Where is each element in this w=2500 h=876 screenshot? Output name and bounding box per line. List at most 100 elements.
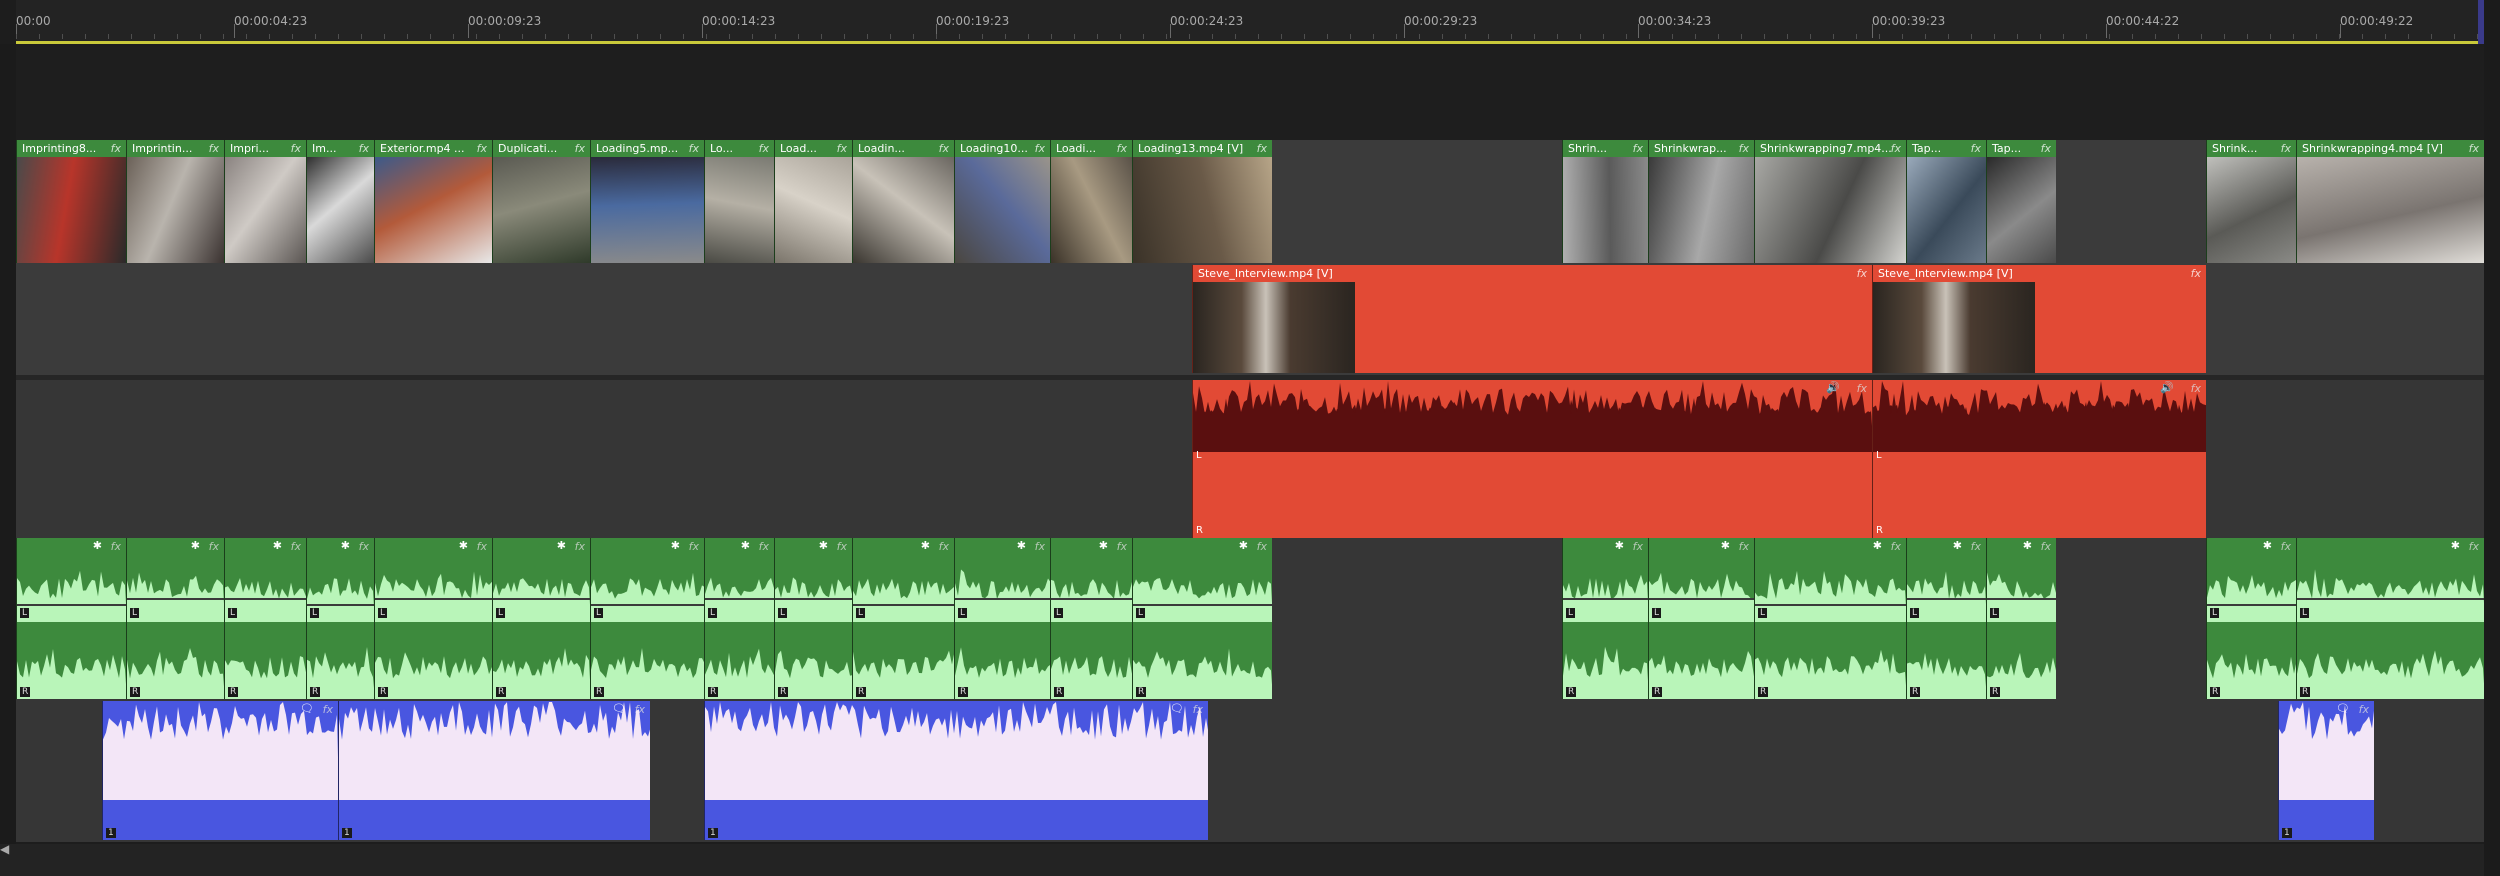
fx-icon[interactable]: fx [209,140,219,157]
volume-line[interactable] [307,604,374,606]
broll-audio-clip[interactable]: ✱ fx L R [306,538,374,699]
broll-video-clip[interactable]: Duplicati... fx [492,140,590,263]
broll-audio-clip[interactable]: ✱ fx L R [1906,538,1986,699]
scroll-left-icon[interactable]: ◀ [0,842,9,856]
volume-line[interactable] [955,598,1050,600]
video-track-1[interactable]: Steve_Interview.mp4 [V] fx Steve_Interview… [16,265,2484,375]
broll-video-clip[interactable]: Loading10... fx [954,140,1050,263]
volume-line[interactable] [127,598,224,600]
fx-icon[interactable]: fx [1257,140,1267,157]
keyframe-icon[interactable]: ✱ [1239,539,1248,552]
broll-video-clip[interactable]: Exterior.mp4 ... fx [374,140,492,263]
broll-video-clip[interactable]: Tap... fx [1986,140,2056,263]
fx-icon[interactable]: fx [2281,140,2291,157]
volume-line[interactable] [775,598,852,600]
video-track-2[interactable]: Imprinting8... fx Imprintin... fx Impri... fx… [16,140,2484,265]
broll-video-clip[interactable]: Tap... fx [1906,140,1986,263]
fx-icon[interactable]: fx [1633,140,1643,157]
broll-audio-clip[interactable]: ✱ fx L R [1754,538,1906,699]
keyframe-icon[interactable]: ✱ [1721,539,1730,552]
fx-icon[interactable]: fx [477,140,487,157]
fx-icon[interactable]: fx [689,140,699,157]
volume-line[interactable] [705,598,774,600]
speaker-icon[interactable]: 🔊 [1826,381,1840,394]
fx-icon[interactable]: fx [575,140,585,157]
music-clip[interactable]: 🗨 fx 1 [102,701,338,840]
volume-line[interactable] [2207,604,2296,606]
volume-line[interactable] [1563,598,1648,600]
keyframe-icon[interactable]: ✱ [1873,539,1882,552]
broll-video-clip[interactable]: Loading13.mp4 [V] fx [1132,140,1272,263]
music-track[interactable]: 🗨 fx 1 🗨 fx 1 🗨 fx 1 🗨 fx 1 [16,701,2484,842]
time-ruler[interactable]: 00:00 00:00:04:23 00:00:09:23 00:00:14:23 00… [16,0,2484,44]
fx-icon[interactable]: fx [2041,140,2051,157]
keyframe-icon[interactable]: ✱ [921,539,930,552]
interview-video-clip[interactable]: Steve_Interview.mp4 [V] fx [1192,265,1872,373]
keyframe-icon[interactable]: ✱ [459,539,468,552]
interview-audio-clip[interactable]: L R 🔊 fx [1192,380,1872,538]
volume-line[interactable] [1755,604,1906,606]
volume-line[interactable] [591,604,704,606]
broll-audio-clip[interactable]: ✱ fx L R [590,538,704,699]
broll-video-clip[interactable]: Loadin... fx [852,140,954,263]
fx-icon[interactable]: fx [2191,380,2201,397]
speaker-icon[interactable]: 🔊 [2160,381,2174,394]
broll-video-clip[interactable]: Loadi... fx [1050,140,1132,263]
volume-line[interactable] [17,604,126,606]
broll-audio-clip[interactable]: ✱ fx L R [704,538,774,699]
keyframe-icon[interactable]: ✱ [557,539,566,552]
volume-line[interactable] [375,598,492,600]
broll-audio-clip[interactable]: ✱ fx L R [2206,538,2296,699]
broll-audio-clip[interactable]: ✱ fx L R [1562,538,1648,699]
broll-audio-clip[interactable]: ✱ fx L R [1648,538,1754,699]
broll-video-clip[interactable]: Im... fx [306,140,374,263]
fx-icon[interactable]: fx [939,140,949,157]
volume-line[interactable] [1987,598,2056,600]
broll-video-clip[interactable]: Shrink... fx [2206,140,2296,263]
keyframe-icon[interactable]: ✱ [1017,539,1026,552]
broll-audio-clip[interactable]: ✱ fx L R [126,538,224,699]
volume-line[interactable] [853,604,954,606]
fx-icon[interactable]: fx [1857,265,1867,282]
broll-video-clip[interactable]: Imprinting8... fx [16,140,126,263]
volume-line[interactable] [2297,598,2484,600]
keyframe-icon[interactable]: ✱ [273,539,282,552]
keyframe-icon[interactable]: ✱ [1615,539,1624,552]
broll-audio-clip[interactable]: ✱ fx L R [852,538,954,699]
volume-line[interactable] [1133,604,1272,606]
keyframe-icon[interactable]: ✱ [2263,539,2272,552]
broll-audio-clip[interactable]: ✱ fx L R [224,538,306,699]
fx-icon[interactable]: fx [759,140,769,157]
music-clip[interactable]: 🗨 fx 1 [2278,701,2374,840]
broll-audio-clip[interactable]: ✱ fx L R [954,538,1050,699]
broll-audio-clip[interactable]: ✱ fx L R [492,538,590,699]
fx-icon[interactable]: fx [111,140,121,157]
broll-audio-clip[interactable]: ✱ fx L R [1050,538,1132,699]
broll-video-clip[interactable]: Shrinkwrap... fx [1648,140,1754,263]
interview-audio-clip[interactable]: L R 🔊 fx [1872,380,2206,538]
broll-video-clip[interactable]: Shrinkwrapping4.mp4 [V] fx [2296,140,2484,263]
fx-icon[interactable]: fx [2469,140,2479,157]
fx-icon[interactable]: fx [1891,140,1901,157]
fx-icon[interactable]: fx [2191,265,2201,282]
broll-audio-clip[interactable]: ✱ fx L R [2296,538,2484,699]
fx-icon[interactable]: fx [1739,140,1749,157]
fx-icon[interactable]: fx [1117,140,1127,157]
volume-line[interactable] [493,598,590,600]
broll-video-clip[interactable]: Imprintin... fx [126,140,224,263]
volume-line[interactable] [225,598,306,600]
volume-line[interactable] [1649,598,1754,600]
keyframe-icon[interactable]: ✱ [341,539,350,552]
volume-line[interactable] [1907,598,1986,600]
fx-icon[interactable]: fx [359,140,369,157]
music-clip[interactable]: 🗨 fx 1 [338,701,650,840]
broll-audio-track[interactable]: ✱ fx L R ✱ fx L R ✱ fx L R ✱ fx L R ✱ fx L R ✱ fx L R ✱ fx L R ✱ fx L R… [16,538,2484,701]
music-clip[interactable]: 🗨 fx 1 [704,701,1208,840]
keyframe-icon[interactable]: ✱ [93,539,102,552]
timeline-scrollbar[interactable] [0,844,2484,876]
empty-video-track[interactable] [16,47,2484,140]
keyframe-icon[interactable]: ✱ [191,539,200,552]
keyframe-icon[interactable]: ✱ [741,539,750,552]
fx-icon[interactable]: fx [1971,140,1981,157]
volume-line[interactable] [1051,598,1132,600]
